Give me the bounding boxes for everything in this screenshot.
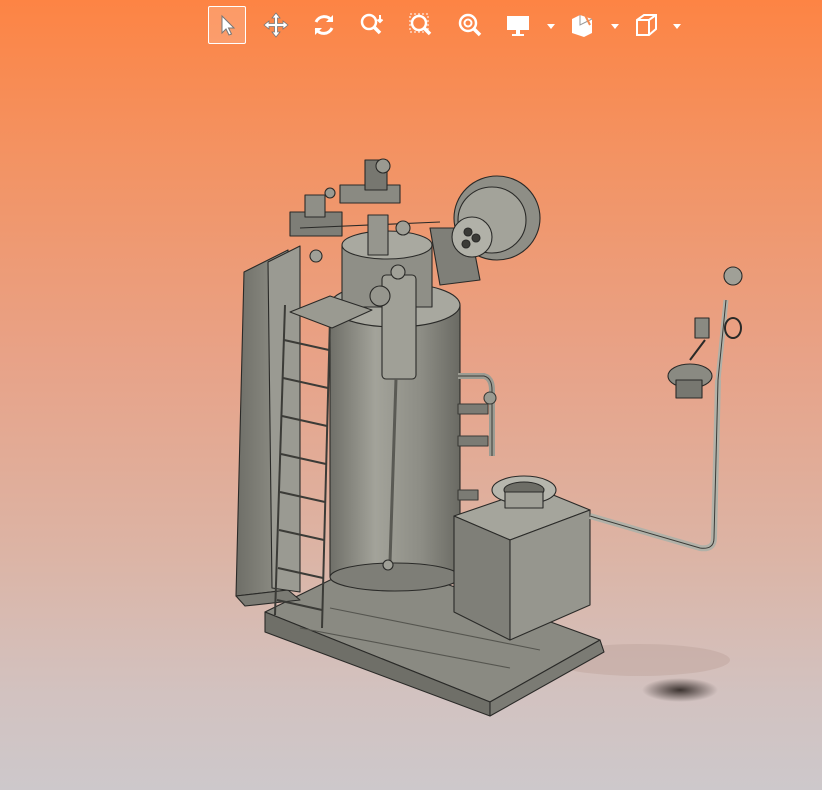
zoom-area-tool-button[interactable] xyxy=(402,6,440,44)
ground-shadow xyxy=(642,678,718,702)
view-orientation-button[interactable] xyxy=(627,6,665,44)
chevron-down-icon[interactable] xyxy=(672,21,682,31)
section-view-icon xyxy=(572,12,593,37)
side-pipework xyxy=(457,373,497,501)
view-cube-icon xyxy=(636,14,657,36)
boiler-3d-model[interactable] xyxy=(0,0,822,790)
view-toolbar xyxy=(206,4,686,46)
chevron-down-icon[interactable] xyxy=(546,21,556,31)
pan-tool-button[interactable] xyxy=(257,6,295,44)
rotate-tool-button[interactable] xyxy=(305,6,343,44)
pressure-gauge-assembly xyxy=(667,266,743,399)
feed-water-tank xyxy=(453,475,591,641)
section-view-button[interactable] xyxy=(563,6,601,44)
rotate-icon xyxy=(314,15,334,35)
pan-move-icon xyxy=(263,12,289,38)
zoom-fit-tool-button[interactable] xyxy=(451,6,489,44)
select-tool-button[interactable] xyxy=(208,6,246,44)
zoom-fit-icon xyxy=(458,13,482,37)
zoom-icon xyxy=(360,13,384,35)
cursor-arrow-icon xyxy=(221,14,236,36)
chevron-down-icon[interactable] xyxy=(610,21,620,31)
zoom-tool-button[interactable] xyxy=(353,6,391,44)
display-mode-button[interactable] xyxy=(499,6,537,44)
zoom-area-icon xyxy=(409,13,432,36)
3d-viewport[interactable] xyxy=(0,0,822,790)
display-monitor-icon xyxy=(507,16,529,36)
